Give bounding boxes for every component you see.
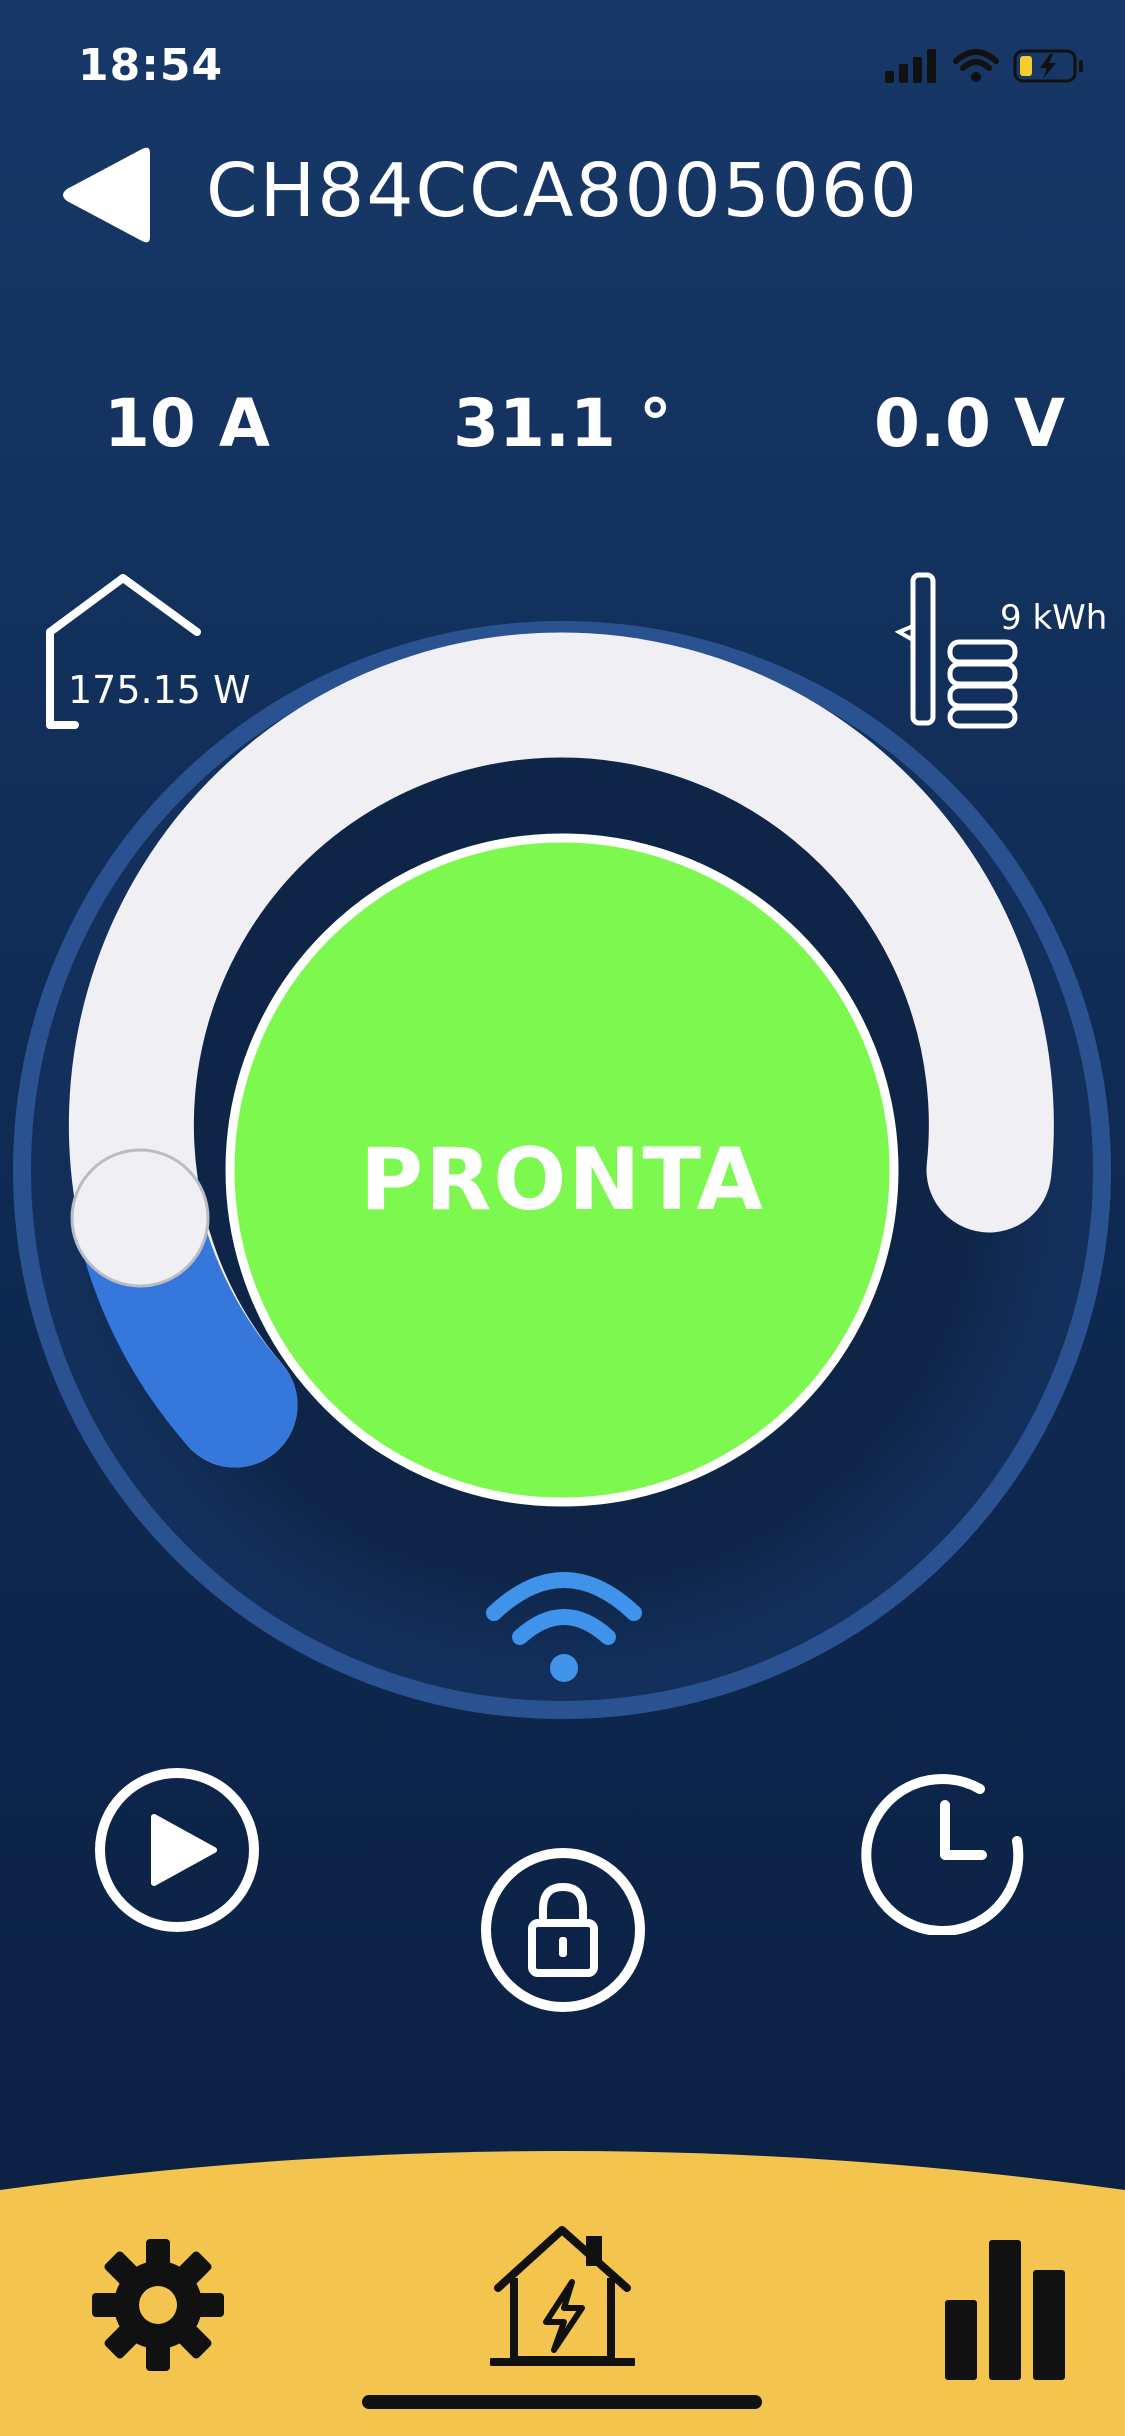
battery-charging-icon (1013, 49, 1083, 83)
bar-chart-icon (945, 2240, 1065, 2380)
nav-statistics[interactable] (935, 2230, 1075, 2380)
status-time: 18:54 (78, 40, 224, 91)
house-power-value: 175.15 W (68, 668, 251, 712)
schedule-button[interactable] (860, 1765, 1030, 1936)
home-indicator[interactable] (362, 2395, 762, 2409)
nav-settings[interactable] (88, 2235, 228, 2375)
house-bolt-icon (488, 2226, 637, 2366)
status-icons (885, 48, 1085, 84)
play-icon (95, 1768, 259, 1932)
connection-wifi-icon (486, 1572, 642, 1682)
status-bar: 18:54 (0, 0, 1125, 130)
lock-icon (481, 1848, 645, 2012)
lock-button[interactable] (478, 1845, 648, 2015)
voltage-value: 0.0 V (874, 385, 1065, 462)
gear-icon (92, 2239, 224, 2371)
nav-home[interactable] (488, 2220, 637, 2370)
device-title: CH84CCA8005060 (205, 148, 919, 234)
battery-stack-icon (895, 572, 1018, 729)
status-label: PRONTA (360, 1130, 765, 1230)
clock-icon (861, 1774, 1024, 1936)
cellular-signal-icon (885, 49, 936, 83)
wifi-icon (953, 49, 999, 82)
play-button[interactable] (92, 1765, 262, 1935)
battery-energy-value: 9 kWh (1000, 598, 1108, 638)
